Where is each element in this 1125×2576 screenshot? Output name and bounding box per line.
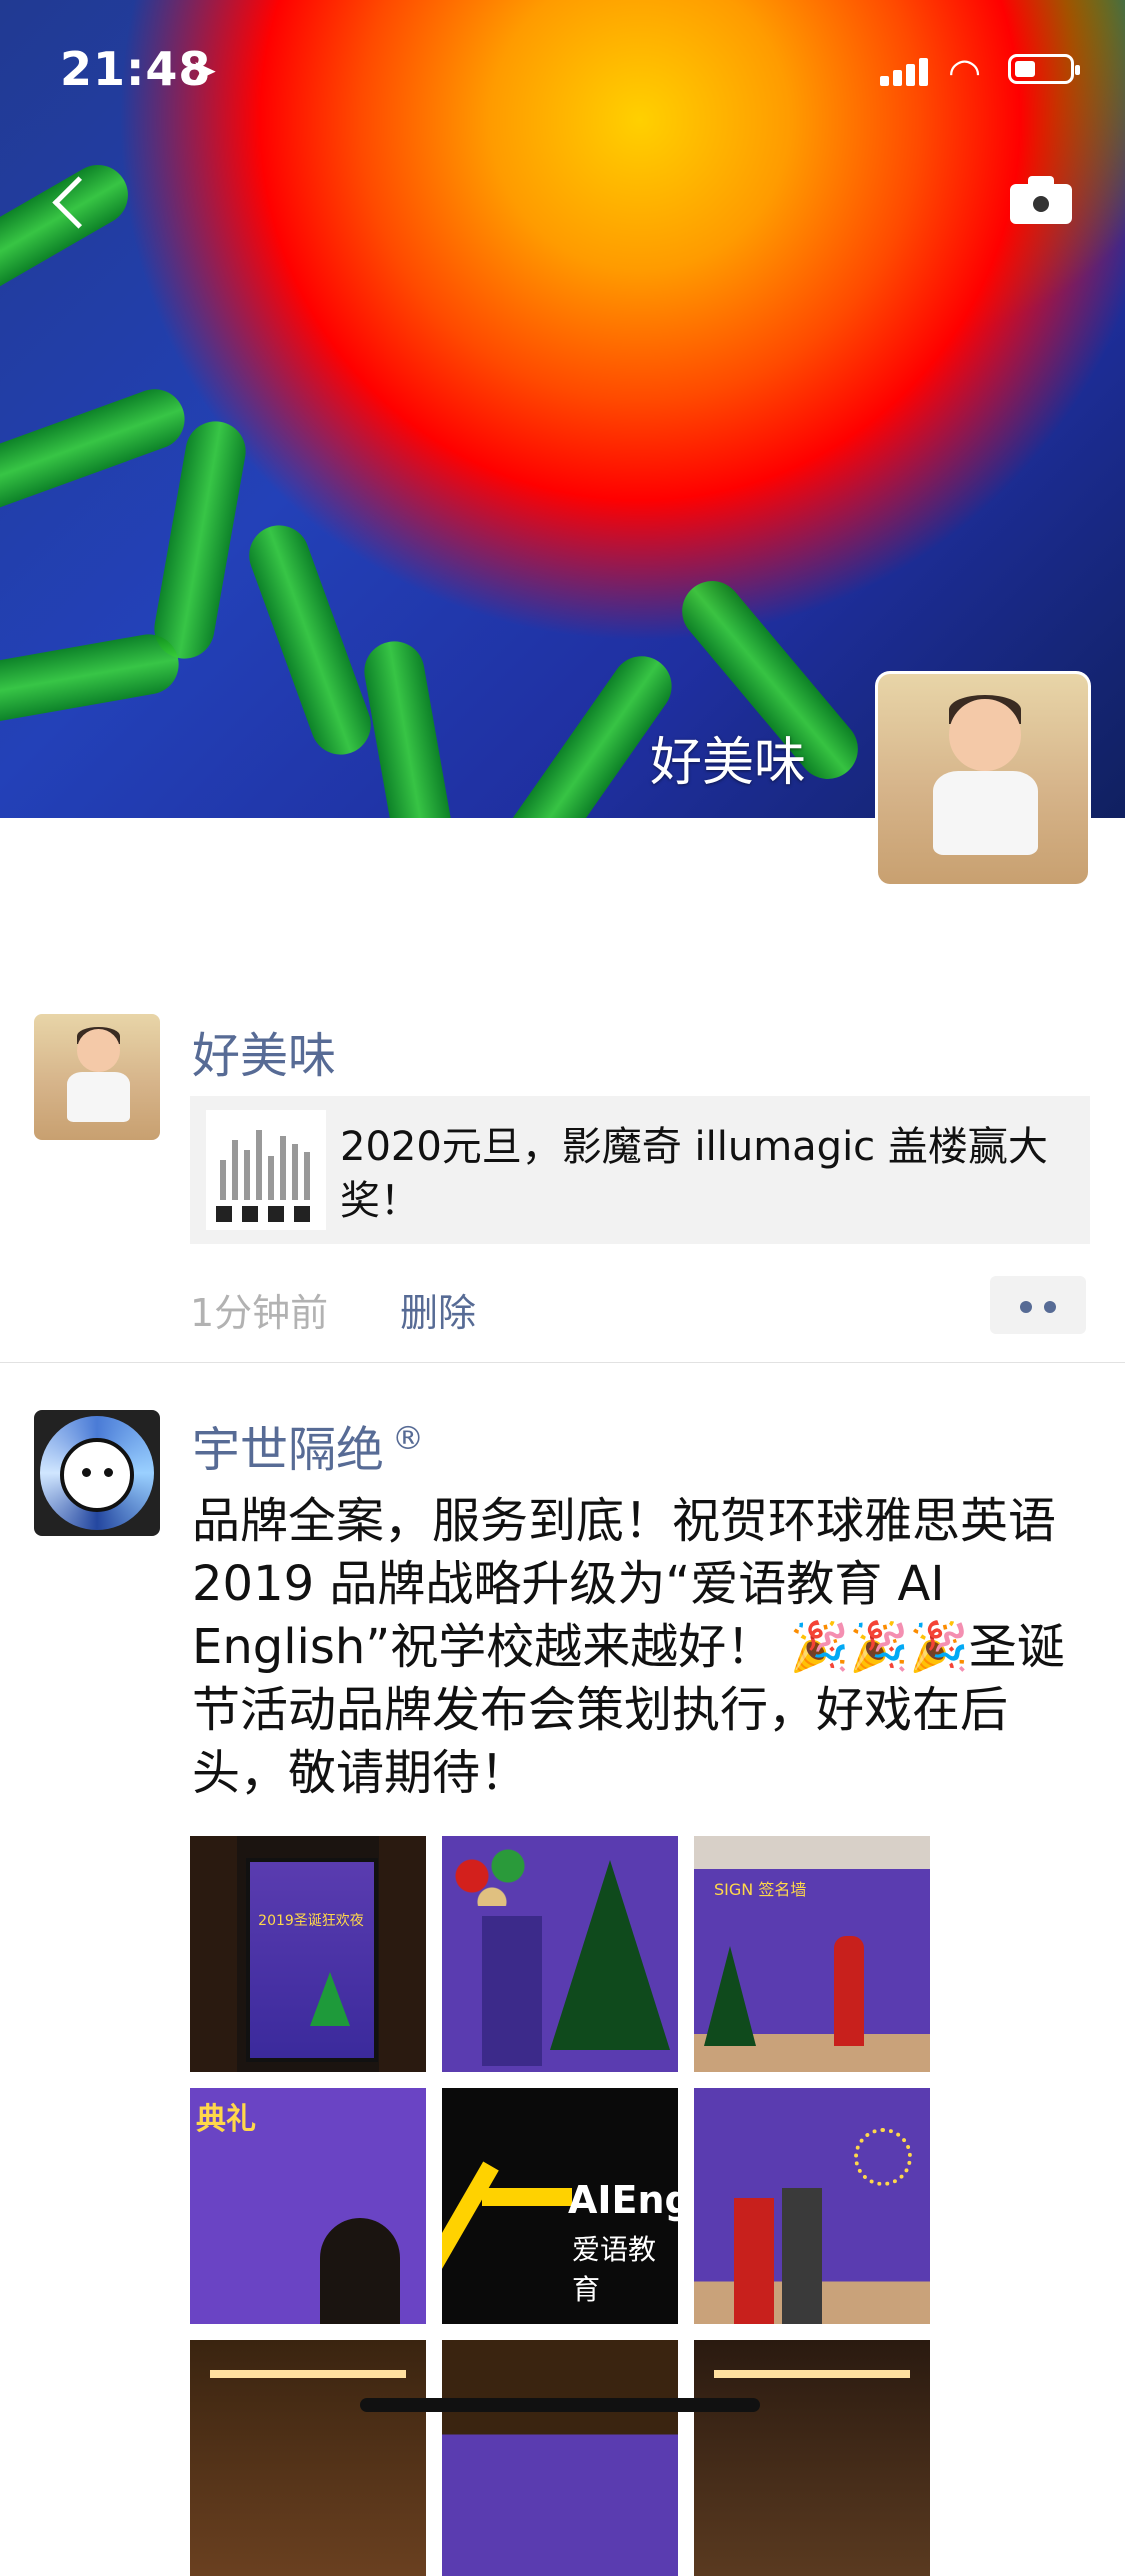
photo-thumbnail[interactable]: 典礼 bbox=[190, 2088, 426, 2324]
photo-caption: SIGN 签名墙 bbox=[714, 1880, 807, 1899]
photo-thumbnail[interactable] bbox=[442, 1836, 678, 2072]
cover-leaf bbox=[240, 516, 380, 764]
post-avatar[interactable] bbox=[34, 1410, 160, 1536]
camera-button[interactable] bbox=[1010, 176, 1072, 224]
cover-leaf bbox=[359, 636, 461, 818]
status-bar: 21:48 ➤ ◠ bbox=[0, 0, 1125, 140]
cover-leaf bbox=[0, 629, 184, 731]
status-time: 21:48 bbox=[60, 42, 212, 96]
photo-caption: 爱语教育 bbox=[572, 2233, 657, 2306]
profile-avatar[interactable] bbox=[878, 674, 1088, 884]
wifi-icon: ◠ bbox=[948, 50, 982, 94]
cover-leaf bbox=[0, 380, 194, 520]
divider bbox=[0, 1362, 1125, 1363]
photo-thumbnail[interactable] bbox=[694, 2340, 930, 2576]
signal-icon bbox=[880, 56, 928, 86]
shared-link-title: 2020元旦，影魔奇 illumagic 盖楼赢大奖！ bbox=[340, 1124, 1048, 1224]
username-text: 宇世隔绝 bbox=[192, 1422, 385, 1478]
post-avatar[interactable] bbox=[34, 1014, 160, 1140]
photo-thumbnail[interactable] bbox=[694, 2088, 930, 2324]
home-indicator[interactable] bbox=[360, 2398, 760, 2412]
photo-thumbnail[interactable]: AIEngli 爱语教育 bbox=[442, 2088, 678, 2324]
post-timestamp: 1分钟前 bbox=[190, 1291, 329, 1335]
post-body-text: 品牌全案，服务到底！祝贺环球雅思英语 2019 品牌战略升级为“爱语教育 AI … bbox=[192, 1493, 1065, 1801]
registered-badge: ® bbox=[392, 1419, 425, 1457]
cover-leaf bbox=[149, 416, 251, 664]
photo-caption: 典礼 bbox=[196, 2102, 256, 2137]
delete-button[interactable]: 删除 bbox=[400, 1282, 476, 1337]
photo-thumbnail[interactable] bbox=[442, 2340, 678, 2576]
photo-caption: AIEngli bbox=[568, 2178, 678, 2222]
shared-link-card[interactable]: 2020元旦，影魔奇 illumagic 盖楼赢大奖！ bbox=[190, 1096, 1090, 1244]
cover-username: 好美味 bbox=[650, 733, 807, 793]
avatar-photo bbox=[878, 674, 1088, 884]
photo-thumbnail[interactable]: SIGN 签名墙 bbox=[694, 1836, 930, 2072]
post-username[interactable]: 好美味 bbox=[192, 1016, 336, 1086]
photo-caption: 2019圣诞狂欢夜 bbox=[258, 1913, 364, 1929]
more-dots-icon[interactable] bbox=[990, 1276, 1086, 1334]
shared-link-thumbnail bbox=[206, 1110, 326, 1230]
avatar-photo bbox=[34, 1014, 160, 1140]
battery-icon bbox=[1008, 54, 1080, 84]
photo-thumbnail[interactable]: 2019圣诞狂欢夜 bbox=[190, 1836, 426, 2072]
cartoon-face-icon bbox=[60, 1438, 134, 1512]
back-button[interactable] bbox=[42, 170, 102, 240]
post-username[interactable]: 宇世隔绝 ® bbox=[192, 1410, 424, 1480]
location-arrow-icon: ➤ bbox=[192, 54, 218, 89]
photo-thumbnail[interactable] bbox=[190, 2340, 426, 2576]
